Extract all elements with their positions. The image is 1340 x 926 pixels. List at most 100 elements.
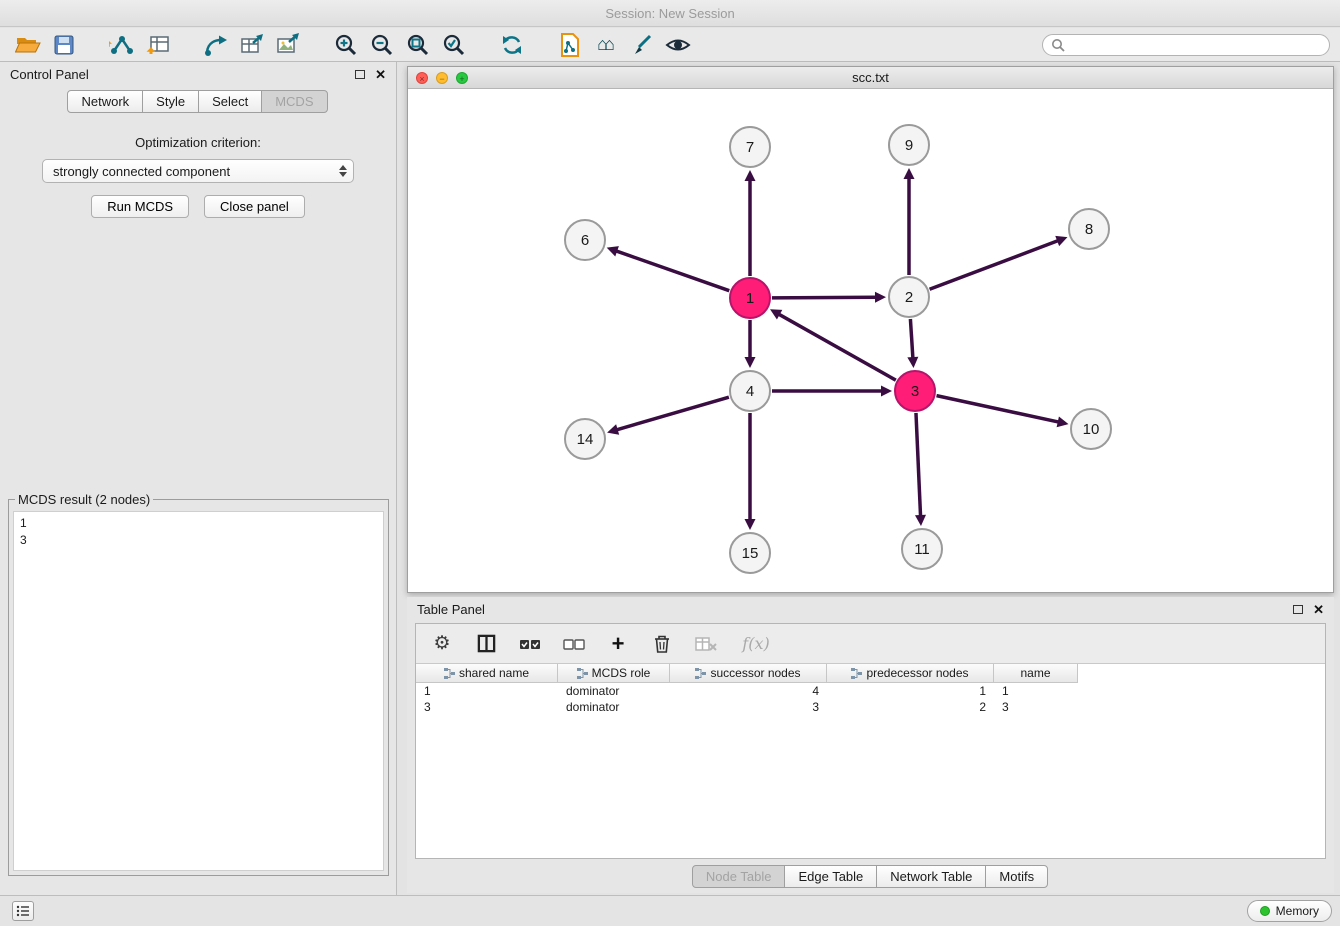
graph-edge-4-14[interactable] <box>617 397 729 430</box>
graph-arrowhead <box>881 386 892 397</box>
column-type-icon <box>577 668 588 679</box>
column-label: name <box>1020 666 1050 680</box>
graph-edge-2-8[interactable] <box>930 241 1059 290</box>
deselect-all-icon[interactable] <box>562 631 586 657</box>
float-panel-icon[interactable] <box>355 70 365 79</box>
first-neighbors-icon[interactable]: ⌂⌂ <box>588 30 624 60</box>
graph-edge-3-10[interactable] <box>937 396 1059 422</box>
export-group <box>198 30 306 60</box>
column-header-shared-name[interactable]: shared name <box>416 664 558 683</box>
table-toolbar: ⚙ + <box>416 624 1325 664</box>
import-group <box>104 30 176 60</box>
cell-name[interactable]: 3 <box>994 699 1078 715</box>
style-paint-icon[interactable] <box>624 30 660 60</box>
tab-node-table[interactable]: Node Table <box>692 865 786 888</box>
search-icon <box>1051 38 1065 52</box>
mcds-result-line: 3 <box>20 532 377 549</box>
mcds-result-list[interactable]: 1 3 <box>13 511 384 871</box>
tab-motifs[interactable]: Motifs <box>985 865 1048 888</box>
zoom-selected-icon[interactable] <box>436 30 472 60</box>
table-settings-icon[interactable]: ⚙ <box>430 631 454 657</box>
tab-edge-table[interactable]: Edge Table <box>784 865 877 888</box>
close-table-panel-icon[interactable]: ✕ <box>1313 603 1324 616</box>
delete-column-icon[interactable] <box>650 631 674 657</box>
close-panel-icon[interactable]: ✕ <box>375 68 386 81</box>
tab-mcds[interactable]: MCDS <box>261 90 327 113</box>
cell-name[interactable]: 1 <box>994 683 1078 699</box>
graph-arrowhead <box>745 357 756 368</box>
cell-predecessor-nodes[interactable]: 2 <box>827 699 994 715</box>
graph-edge-3-11[interactable] <box>916 413 921 516</box>
table-row[interactable]: 1 dominator 4 1 1 <box>416 683 1325 699</box>
refresh-glyph <box>500 33 524 57</box>
main-toolbar: ⌂⌂ <box>0 28 1340 62</box>
graph-arrowhead <box>745 519 756 530</box>
clipboard-network-icon[interactable] <box>552 30 588 60</box>
graph-node-label: 14 <box>577 431 594 448</box>
floppy-glyph <box>53 34 75 56</box>
export-image-icon[interactable] <box>270 30 306 60</box>
refresh-icon[interactable] <box>494 30 530 60</box>
graph-edge-1-2[interactable] <box>772 297 876 298</box>
graph-edge-1-6[interactable] <box>616 251 729 291</box>
graph-edge-2-3[interactable] <box>910 319 912 358</box>
function-builder-icon[interactable]: f(x) <box>738 631 774 657</box>
table-delete-glyph <box>694 635 718 653</box>
graph-node-label: 8 <box>1085 221 1093 238</box>
tab-style[interactable]: Style <box>142 90 199 113</box>
criterion-value: strongly connected component <box>53 164 230 179</box>
network-canvas[interactable]: 7968124314101511 <box>408 90 1333 593</box>
select-stepper-icon <box>339 165 347 177</box>
fx-label: f(x) <box>742 634 769 653</box>
search-input[interactable] <box>1071 38 1321 52</box>
minimize-window-icon[interactable]: − <box>436 72 448 84</box>
cell-predecessor-nodes[interactable]: 1 <box>827 683 994 699</box>
cell-mcds-role[interactable]: dominator <box>558 683 670 699</box>
import-table-icon[interactable] <box>140 30 176 60</box>
column-header-mcds-role[interactable]: MCDS role <box>558 664 670 683</box>
tab-network-table[interactable]: Network Table <box>876 865 986 888</box>
export-network-icon[interactable] <box>198 30 234 60</box>
run-mcds-button[interactable]: Run MCDS <box>91 195 189 218</box>
cell-shared-name[interactable]: 1 <box>416 683 558 699</box>
close-panel-button[interactable]: Close panel <box>204 195 305 218</box>
select-all-icon[interactable] <box>518 631 542 657</box>
cell-mcds-role[interactable]: dominator <box>558 699 670 715</box>
column-label: MCDS role <box>592 666 651 680</box>
export-table-icon[interactable] <box>234 30 270 60</box>
table-row[interactable]: 3 dominator 3 2 3 <box>416 699 1325 715</box>
network-window-titlebar[interactable]: × − + scc.txt <box>408 67 1333 89</box>
maximize-window-icon[interactable]: + <box>456 72 468 84</box>
tab-network[interactable]: Network <box>67 90 143 113</box>
close-window-icon[interactable]: × <box>416 72 428 84</box>
control-panel-title: Control Panel <box>10 67 89 82</box>
cell-shared-name[interactable]: 3 <box>416 699 558 715</box>
network-graph[interactable]: 7968124314101511 <box>408 90 1333 593</box>
save-session-icon[interactable] <box>46 30 82 60</box>
column-header-name[interactable]: name <box>994 664 1078 683</box>
cell-successor-nodes[interactable]: 4 <box>670 683 827 699</box>
column-header-predecessor-nodes[interactable]: predecessor nodes <box>827 664 994 683</box>
column-header-successor-nodes[interactable]: successor nodes <box>670 664 827 683</box>
float-table-panel-icon[interactable] <box>1293 605 1303 614</box>
mcds-result-title: MCDS result (2 nodes) <box>15 492 153 507</box>
memory-button[interactable]: Memory <box>1247 900 1332 922</box>
columns-glyph <box>476 633 497 654</box>
search-box[interactable] <box>1042 34 1330 56</box>
zoom-fit-icon[interactable] <box>400 30 436 60</box>
task-history-button[interactable] <box>12 901 34 921</box>
delete-table-icon[interactable] <box>694 631 718 657</box>
tab-select[interactable]: Select <box>198 90 262 113</box>
import-network-icon[interactable] <box>104 30 140 60</box>
graph-edge-3-1[interactable] <box>779 314 896 380</box>
open-session-icon[interactable] <box>10 30 46 60</box>
zoom-in-icon[interactable] <box>328 30 364 60</box>
show-hide-icon[interactable] <box>660 30 696 60</box>
add-column-icon[interactable]: + <box>606 631 630 657</box>
criterion-select[interactable]: strongly connected component <box>42 159 354 183</box>
graph-node-label: 11 <box>914 541 930 558</box>
show-columns-icon[interactable] <box>474 631 498 657</box>
zoom-out-icon[interactable] <box>364 30 400 60</box>
cell-successor-nodes[interactable]: 3 <box>670 699 827 715</box>
eye-glyph <box>665 33 691 57</box>
